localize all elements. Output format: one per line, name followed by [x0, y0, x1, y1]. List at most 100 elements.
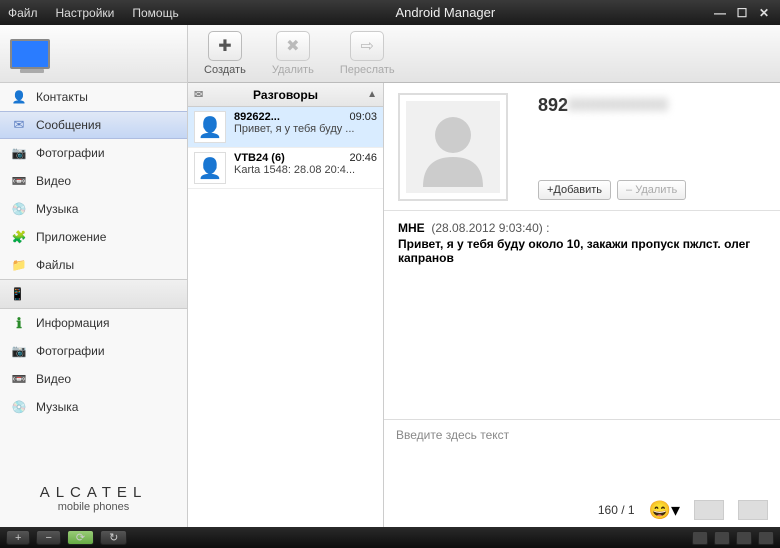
avatar-icon: 👤 — [194, 111, 226, 143]
conversations-title: Разговоры — [253, 88, 318, 102]
status-icon — [736, 531, 752, 545]
sidebar-item-messages[interactable]: Сообщения — [0, 111, 187, 139]
music-icon — [10, 201, 28, 217]
bottom-add-button[interactable]: + — [6, 530, 30, 545]
status-icon — [692, 531, 708, 545]
avatar-icon: 👤 — [194, 152, 226, 184]
music-icon — [10, 399, 28, 415]
minimize-button[interactable]: — — [712, 6, 728, 20]
sidebar-label: Музыка — [36, 202, 78, 216]
video-icon — [10, 173, 28, 189]
send-later-button[interactable] — [738, 500, 768, 520]
sidebar-item-photos[interactable]: Фотографии — [0, 139, 187, 167]
conv-name: 892622... — [234, 111, 280, 123]
compose-area: Введите здесь текст 160 / 1 😄▾ — [384, 419, 780, 527]
sidebar-item-video[interactable]: Видео — [0, 167, 187, 195]
bottombar: + − ⟳ ↻ — [0, 527, 780, 548]
phone-icon — [10, 285, 25, 303]
toolbar-label: Создать — [204, 64, 246, 76]
sidebar-item-info[interactable]: Информация — [0, 309, 187, 337]
app-title: Android Manager — [179, 5, 712, 20]
send-button[interactable] — [694, 500, 724, 520]
toolbar: ✚ Создать ✖ Удалить ⇨ Переслать — [188, 25, 780, 83]
monitor-icon — [10, 39, 50, 69]
menu-settings[interactable]: Настройки — [56, 6, 115, 20]
toolbar-label: Удалить — [272, 64, 314, 76]
status-icon — [758, 531, 774, 545]
sidebar-item-apps[interactable]: Приложение — [0, 223, 187, 251]
contacts-icon — [10, 89, 28, 105]
bottom-refresh-button[interactable]: ↻ — [100, 530, 127, 545]
sidebar-item-photos-2[interactable]: Фотографии — [0, 337, 187, 365]
device-section-header — [0, 279, 187, 309]
mail-icon: ✉ — [194, 88, 203, 101]
conversations-header[interactable]: ✉ Разговоры ▲ — [188, 83, 383, 107]
create-button[interactable]: ✚ Создать — [204, 31, 246, 76]
titlebar: Файл Настройки Помощь Android Manager — … — [0, 0, 780, 25]
conversations-panel: ✉ Разговоры ▲ 👤 892622... 09:03 Привет, … — [188, 83, 384, 527]
sidebar-label: Музыка — [36, 400, 78, 414]
message-sender: МНЕ — [398, 221, 425, 235]
char-counter: 160 / 1 — [598, 503, 635, 517]
message-body: Привет, я у тебя буду около 10, закажи п… — [398, 237, 766, 265]
conv-time: 20:46 — [349, 152, 377, 164]
conv-preview: Karta 1548: 28.08 20:4... — [234, 164, 377, 176]
delete-contact-button[interactable]: – Удалить — [617, 180, 686, 200]
sidebar-item-files[interactable]: Файлы — [0, 251, 187, 279]
conversation-item[interactable]: 👤 892622... 09:03 Привет, я у тебя буду … — [188, 107, 383, 148]
app-icon — [10, 229, 28, 245]
sidebar: Контакты Сообщения Фотографии Видео Музы… — [0, 25, 188, 527]
toolbar-label: Переслать — [340, 64, 395, 76]
photo-icon — [10, 145, 28, 161]
sidebar-item-music[interactable]: Музыка — [0, 195, 187, 223]
conv-preview: Привет, я у тебя буду ... — [234, 123, 377, 135]
plus-icon: ✚ — [218, 36, 231, 56]
messages-icon — [10, 117, 28, 133]
photo-icon — [10, 343, 28, 359]
contact-number: 8920000000000 — [538, 95, 766, 116]
sidebar-label: Приложение — [36, 230, 106, 244]
files-icon — [10, 257, 28, 273]
brand-name: ALCATEL — [0, 484, 187, 501]
add-contact-button[interactable]: +Добавить — [538, 180, 611, 200]
conv-time: 09:03 — [349, 111, 377, 123]
sidebar-item-video-2[interactable]: Видео — [0, 365, 187, 393]
device-pane — [0, 25, 187, 83]
messages-area: МНЕ (28.08.2012 9:03:40) : Привет, я у т… — [384, 211, 780, 419]
compose-input[interactable]: Введите здесь текст — [384, 420, 780, 493]
x-icon: ✖ — [286, 36, 299, 56]
conversation-item[interactable]: 👤 VTB24 (6) 20:46 Karta 1548: 28.08 20:4… — [188, 148, 383, 189]
info-icon — [10, 315, 28, 331]
close-button[interactable]: ✕ — [756, 6, 772, 20]
message-timestamp: (28.08.2012 9:03:40) — [431, 221, 542, 235]
menu-help[interactable]: Помощь — [132, 6, 178, 20]
sidebar-item-contacts[interactable]: Контакты — [0, 83, 187, 111]
conv-name: VTB24 (6) — [234, 152, 285, 164]
bottom-sync-button[interactable]: ⟳ — [67, 530, 94, 545]
sidebar-label: Видео — [36, 174, 71, 188]
sidebar-label: Сообщения — [36, 118, 101, 132]
menu-file[interactable]: Файл — [8, 6, 38, 20]
sidebar-label: Фотографии — [36, 344, 105, 358]
emoji-button[interactable]: 😄▾ — [649, 500, 680, 521]
status-icon — [714, 531, 730, 545]
forward-button[interactable]: ⇨ Переслать — [340, 31, 395, 76]
bottom-remove-button[interactable]: − — [36, 530, 60, 545]
sidebar-label: Файлы — [36, 258, 74, 272]
maximize-button[interactable]: ☐ — [734, 6, 750, 20]
contact-header: 8920000000000 +Добавить – Удалить — [384, 83, 780, 211]
silhouette-icon — [413, 107, 493, 187]
sidebar-label: Информация — [36, 316, 109, 330]
sidebar-label: Контакты — [36, 90, 88, 104]
sort-icon[interactable]: ▲ — [367, 89, 377, 100]
video-icon — [10, 371, 28, 387]
delete-button[interactable]: ✖ Удалить — [272, 31, 314, 76]
contact-avatar — [398, 93, 508, 201]
sidebar-label: Фотографии — [36, 146, 105, 160]
sidebar-label: Видео — [36, 372, 71, 386]
brand-logo: ALCATEL mobile phones — [0, 476, 187, 527]
sidebar-item-music-2[interactable]: Музыка — [0, 393, 187, 421]
brand-tag: mobile phones — [0, 501, 187, 513]
detail-panel: 8920000000000 +Добавить – Удалить МНЕ (2… — [384, 83, 780, 527]
forward-icon: ⇨ — [361, 36, 374, 56]
